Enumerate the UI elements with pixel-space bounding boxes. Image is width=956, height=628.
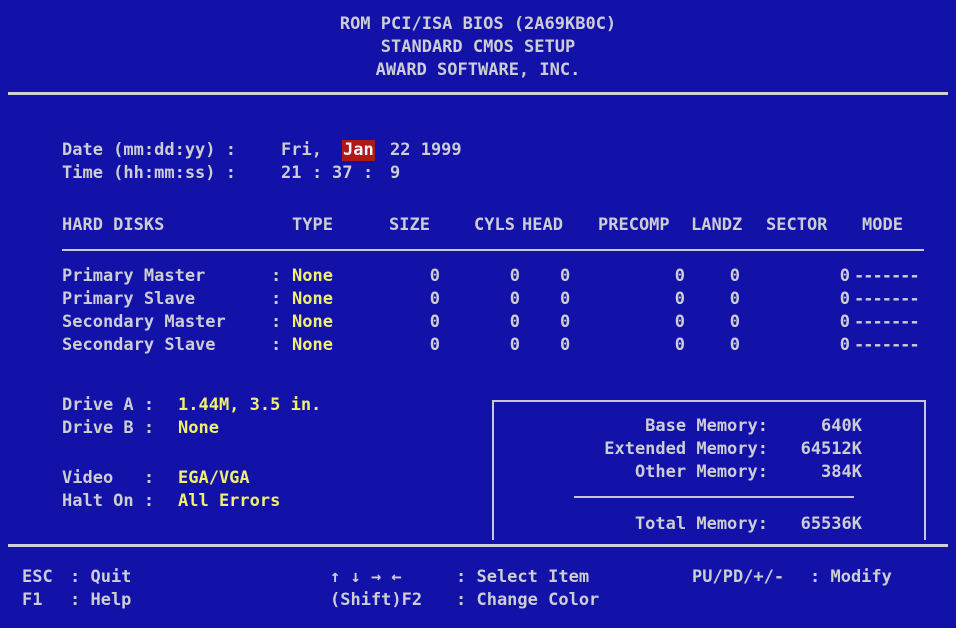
disk-name: Primary Master [62, 266, 206, 286]
select-item-action: : Select Item [456, 567, 590, 587]
f1-key[interactable]: F1 [22, 590, 42, 611]
disk-mode[interactable]: ------- [854, 266, 920, 287]
date-label: Date (mm:dd:yy) : [62, 140, 236, 160]
disk-cyls[interactable]: 0 [460, 335, 520, 356]
col-size: SIZE [389, 215, 430, 235]
disk-landz[interactable]: 0 [680, 335, 740, 356]
date-day-year[interactable]: 22 1999 [390, 140, 462, 161]
change-color-action: : Change Color [456, 590, 600, 610]
col-hard-disks: HARD DISKS [62, 215, 165, 235]
disk-type[interactable]: None [292, 289, 333, 310]
disk-sector[interactable]: 0 [790, 289, 850, 310]
disk-type[interactable]: None [292, 335, 333, 356]
row-colon: : [271, 266, 282, 286]
other-memory-label: Other Memory: [634, 462, 768, 482]
disk-size: 0 [429, 289, 440, 309]
col-mode: MODE [862, 215, 903, 235]
time-label: Time (hh:mm:ss) : [62, 163, 236, 183]
col-precomp: PRECOMP [598, 215, 670, 235]
disk-head[interactable]: 0 [560, 266, 570, 287]
memory-sum-divider [574, 496, 854, 498]
disk-precomp[interactable]: 0 [620, 266, 685, 287]
disk-mode[interactable]: ------- [854, 312, 920, 333]
other-memory-value: 384K [821, 462, 862, 482]
disk-precomp[interactable]: 0 [620, 335, 685, 356]
disk-name: Primary Slave [62, 289, 196, 309]
disk-size: 0 [429, 335, 440, 355]
disk-landz[interactable]: 0 [680, 266, 740, 287]
row-colon: : [271, 289, 282, 309]
setup-title: STANDARD CMOS SETUP [380, 37, 576, 57]
disk-cyls[interactable]: 0 [460, 266, 520, 287]
disk-sector[interactable]: 0 [790, 266, 850, 287]
disk-landz[interactable]: 0 [680, 312, 740, 333]
memory-box-left [492, 400, 494, 540]
time-hour[interactable]: 21 [281, 163, 301, 184]
disk-cyls[interactable]: 0 [460, 289, 520, 310]
disk-cyls[interactable]: 0 [460, 312, 520, 333]
time-second[interactable]: 9 [390, 163, 400, 184]
col-sector: SECTOR [766, 215, 828, 235]
row-colon: : [271, 335, 282, 355]
time-minute[interactable]: 37 [332, 163, 352, 184]
vendor-title: AWARD SOFTWARE, INC. [375, 60, 581, 80]
base-memory-value: 640K [821, 416, 862, 436]
disk-type[interactable]: None [292, 312, 333, 333]
memory-box-right [924, 400, 926, 540]
bios-header: ROM PCI/ISA BIOS (2A69KB0C) STANDARD CMO… [8, 8, 948, 90]
col-type: TYPE [292, 215, 333, 235]
drive-a-value[interactable]: 1.44M, 3.5 in. [178, 395, 321, 416]
help-action: : Help [70, 590, 132, 610]
disk-name: Secondary Master [62, 312, 226, 332]
col-landz: LANDZ [691, 215, 743, 235]
footer-divider [8, 544, 948, 547]
disk-sector[interactable]: 0 [790, 312, 850, 333]
disk-mode[interactable]: ------- [854, 289, 920, 310]
extended-memory-label: Extended Memory: [604, 439, 768, 459]
disk-name: Secondary Slave [62, 335, 216, 355]
col-head: HEAD [522, 215, 563, 235]
date-month[interactable]: Jan [342, 140, 375, 161]
total-memory-value: 65536K [800, 514, 862, 534]
page-up-down-key[interactable]: PU/PD/+/- [692, 567, 784, 588]
halt-on-value[interactable]: All Errors [178, 491, 280, 512]
drive-a-label: Drive A : [62, 395, 155, 415]
arrow-keys-icon[interactable]: ↑ ↓ → ← [330, 567, 402, 588]
time-colon-1: : [312, 163, 323, 183]
disk-head[interactable]: 0 [560, 312, 570, 333]
disk-mode[interactable]: ------- [854, 335, 920, 356]
disk-type[interactable]: None [292, 266, 333, 287]
time-colon-2: : [363, 163, 374, 183]
disk-precomp[interactable]: 0 [620, 289, 685, 310]
drive-b-value[interactable]: None [178, 418, 219, 439]
video-label: Video : [62, 468, 155, 488]
table-header-divider [62, 249, 924, 251]
modify-action: : Modify [810, 567, 892, 587]
memory-box-top [492, 400, 926, 402]
shift-f2-key[interactable]: (Shift)F2 [330, 590, 422, 611]
header-divider [8, 92, 948, 95]
disk-precomp[interactable]: 0 [620, 312, 685, 333]
disk-head[interactable]: 0 [560, 289, 570, 310]
disk-sector[interactable]: 0 [790, 335, 850, 356]
disk-landz[interactable]: 0 [680, 289, 740, 310]
date-day[interactable]: Fri, [281, 140, 322, 161]
row-colon: : [271, 312, 282, 332]
halt-on-label: Halt On : [62, 491, 155, 511]
col-cyls: CYLS [474, 215, 515, 235]
disk-size: 0 [429, 312, 440, 332]
drive-b-label: Drive B : [62, 418, 155, 438]
quit-action: : Quit [70, 567, 132, 587]
esc-key[interactable]: ESC [22, 567, 53, 588]
bios-title: ROM PCI/ISA BIOS (2A69KB0C) [339, 14, 617, 34]
disk-head[interactable]: 0 [560, 335, 570, 356]
extended-memory-value: 64512K [800, 439, 862, 459]
disk-size: 0 [429, 266, 440, 286]
video-value[interactable]: EGA/VGA [178, 468, 250, 489]
base-memory-label: Base Memory: [645, 416, 768, 436]
total-memory-label: Total Memory: [634, 514, 768, 534]
